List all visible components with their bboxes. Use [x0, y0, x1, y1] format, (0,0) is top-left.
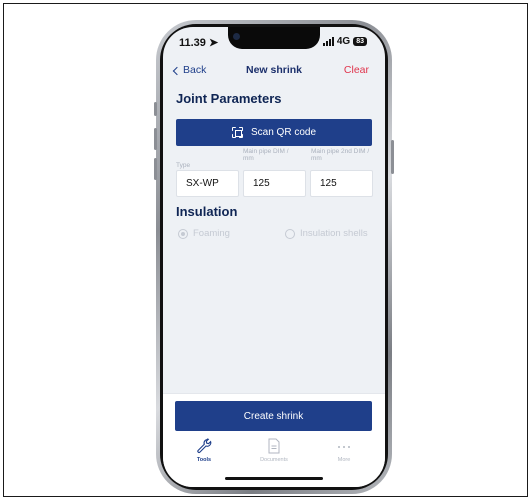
wrench-icon [197, 438, 212, 453]
clear-button[interactable]: Clear [344, 64, 369, 76]
scan-qr-button[interactable]: Scan QR code [176, 119, 372, 146]
more-icon [338, 446, 350, 448]
tab-tools-label: Tools [196, 457, 212, 463]
tab-more-label: More [337, 457, 351, 463]
scan-qr-label: Scan QR code [250, 127, 317, 138]
battery-icon: 83 [353, 37, 367, 46]
main-pipe-2nd-dim-label: Main pipe 2nd DIM / mm [311, 148, 370, 162]
radio-unselected-icon [285, 228, 295, 239]
joint-parameters-heading: Joint Parameters [176, 91, 282, 106]
tab-documents-label: Documents [260, 457, 288, 463]
phone-volume-up [154, 128, 157, 150]
radio-selected-icon [178, 228, 188, 239]
tab-tools[interactable]: Tools [174, 438, 234, 463]
main-pipe-2nd-dim-field[interactable]: 125 [310, 170, 373, 197]
status-time: 11.39 ➤ [179, 37, 219, 49]
tab-documents[interactable]: Documents [244, 438, 304, 463]
bottom-panel: Create shrink Tools Documents More [163, 393, 385, 487]
phone-volume-down [154, 158, 157, 180]
location-arrow-icon: ➤ [208, 37, 219, 49]
main-pipe-dim-field[interactable]: 125 [243, 170, 306, 197]
status-bar: 11.39 ➤ 4G 83 [163, 35, 385, 51]
phone-side-button [154, 102, 157, 116]
phone-screen: 11.39 ➤ 4G 83 Back New shrink Clear Join… [163, 27, 385, 487]
main-pipe-dim-label: Main pipe DIM / mm [243, 148, 289, 162]
insulation-heading: Insulation [176, 204, 238, 219]
network-label: 4G [336, 36, 351, 47]
tab-more[interactable]: More [314, 438, 374, 463]
home-indicator [225, 477, 323, 480]
insulation-shells-label: Insulation shells [300, 228, 368, 239]
foaming-label: Foaming [193, 228, 230, 239]
type-label: Type [176, 162, 191, 169]
document-icon [268, 438, 280, 454]
nav-bar: Back New shrink Clear [163, 61, 385, 81]
status-indicators: 4G 83 [322, 36, 367, 47]
create-shrink-button[interactable]: Create shrink [175, 401, 372, 431]
radio-insulation-shells[interactable]: Insulation shells [285, 228, 368, 239]
qr-scan-icon [232, 127, 243, 138]
type-field[interactable]: SX-WP [176, 170, 239, 197]
radio-foaming[interactable]: Foaming [178, 228, 230, 239]
signal-icon [322, 37, 334, 46]
phone-power-button [391, 140, 394, 174]
